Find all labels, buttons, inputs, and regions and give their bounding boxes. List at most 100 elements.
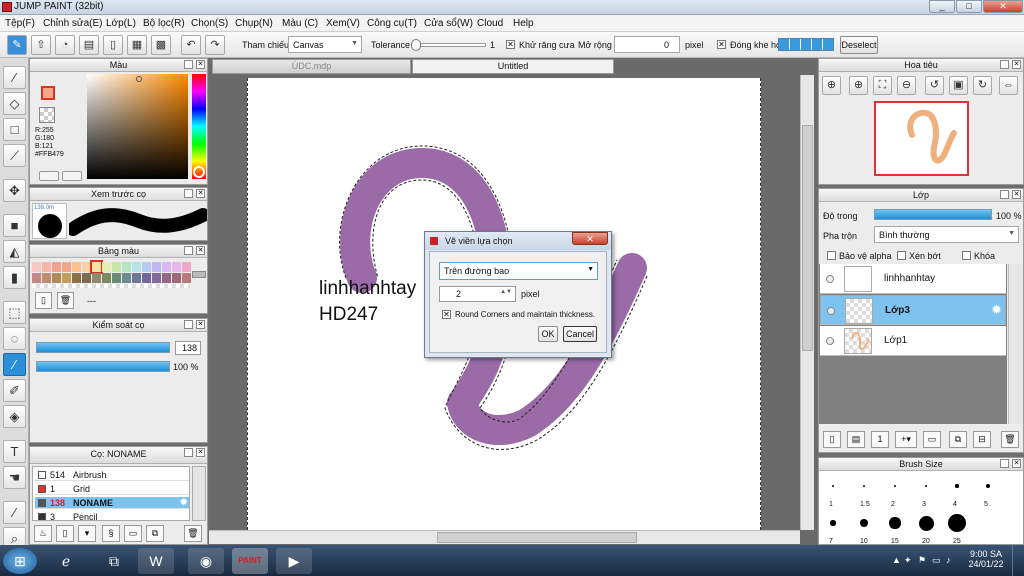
deselect-button[interactable]: Deselect: [840, 36, 878, 54]
menu-color[interactable]: Màu (C): [282, 18, 318, 29]
layer-folder-icon[interactable]: ▭: [923, 431, 941, 448]
page-icon[interactable]: ▯: [103, 35, 123, 55]
palette-swatch[interactable]: [182, 273, 191, 283]
palette-swatch[interactable]: [82, 273, 91, 283]
palette-swatch[interactable]: [132, 273, 141, 283]
palette-swatch[interactable]: [152, 262, 161, 272]
brush-opacity-slider[interactable]: [36, 361, 170, 372]
undock-icon[interactable]: [184, 189, 193, 198]
select-tool-icon[interactable]: ⬚: [3, 301, 26, 324]
battery-icon[interactable]: ▭: [932, 555, 941, 566]
canvas-vertical-scrollbar[interactable]: [800, 75, 814, 530]
palette-swatch[interactable]: [142, 273, 151, 283]
cancel-button[interactable]: Cancel: [563, 326, 597, 342]
palette-swatch[interactable]: [102, 273, 111, 283]
fill-rect-tool-icon[interactable]: ■: [3, 214, 26, 237]
palette-swatch[interactable]: [172, 273, 181, 283]
palette-swatch[interactable]: [32, 273, 41, 283]
close-panel-icon[interactable]: ✕: [196, 448, 205, 457]
brush-size-dot[interactable]: [860, 519, 868, 527]
clip-checkbox[interactable]: [897, 251, 906, 260]
magic-wand-tool-icon[interactable]: ⁄: [3, 353, 26, 376]
flip-icon[interactable]: ⇔: [999, 76, 1018, 95]
undock-icon[interactable]: [184, 60, 193, 69]
brush-menu-icon[interactable]: ▾: [78, 525, 96, 542]
menu-tools[interactable]: Công cụ(T): [367, 18, 417, 29]
fit-screen-icon[interactable]: ⛶: [873, 76, 892, 95]
brush-size-dot[interactable]: [863, 485, 865, 487]
gap-close-checkbox[interactable]: ✕: [717, 40, 726, 49]
foreground-color-swatch[interactable]: [41, 86, 55, 100]
palette-swatch[interactable]: [72, 262, 81, 272]
expand-input[interactable]: 0: [614, 36, 680, 53]
new-1bit-layer-icon[interactable]: 1: [871, 431, 889, 448]
horizontal-scroll-thumb[interactable]: [437, 532, 637, 543]
zoom-in-icon[interactable]: ⊕: [822, 76, 841, 95]
close-button[interactable]: ✕: [983, 0, 1023, 13]
menu-view[interactable]: Xem(V): [326, 18, 360, 29]
brush-row[interactable]: 514 Airbrush: [35, 469, 189, 481]
move-tool-icon[interactable]: ✥: [3, 179, 26, 202]
eraser-tool-icon[interactable]: ◇: [3, 92, 26, 115]
layer-opacity-slider[interactable]: [874, 209, 992, 220]
select-pen-tool-icon[interactable]: ✐: [3, 379, 26, 402]
palette-swatch[interactable]: [122, 262, 131, 272]
close-panel-icon[interactable]: ✕: [1012, 459, 1021, 468]
tab-udc[interactable]: ÙDC.mdp: [212, 59, 411, 74]
antialias-checkbox[interactable]: ✕: [506, 40, 515, 49]
line-tool-icon[interactable]: ⟋: [3, 144, 26, 167]
delete-brush-icon[interactable]: 🗑: [184, 525, 202, 542]
palette-swatch[interactable]: [82, 262, 91, 272]
duplicate-layer-icon[interactable]: ⧉: [949, 431, 967, 448]
text-box-icon[interactable]: ▤: [79, 35, 99, 55]
menu-file[interactable]: Tệp(F): [5, 18, 35, 29]
palette-swatch[interactable]: [32, 262, 41, 272]
brush-size-dot[interactable]: [918, 515, 934, 531]
flag-icon[interactable]: ⚑: [918, 555, 926, 566]
tab-untitled[interactable]: Untitled: [412, 59, 614, 74]
navigator-thumbnail[interactable]: [874, 101, 969, 176]
gap-level-meter[interactable]: [778, 38, 834, 51]
merge-layer-icon[interactable]: ⊟: [973, 431, 991, 448]
menu-window[interactable]: Cửa sổ(W): [424, 18, 473, 29]
new-palette-icon[interactable]: ▯: [35, 292, 52, 309]
close-panel-icon[interactable]: ✕: [1012, 190, 1021, 199]
protect-alpha-checkbox[interactable]: [827, 251, 836, 260]
tray-app-icon[interactable]: ✦: [904, 555, 912, 566]
palette-swatch[interactable]: [162, 273, 171, 283]
grid-layout-icon[interactable]: ▩: [151, 35, 171, 55]
delete-layer-icon[interactable]: 🗑: [1001, 431, 1019, 448]
undock-icon[interactable]: [184, 246, 193, 255]
share-icon[interactable]: ⇧: [31, 35, 51, 55]
brush-size-dot[interactable]: [924, 484, 928, 488]
layer-row[interactable]: linhhanhtay: [820, 264, 1006, 294]
blend-mode-select[interactable]: Bình thường ▼: [874, 226, 1019, 243]
menu-capture[interactable]: Chụp(N): [235, 18, 273, 29]
brush-size-dot[interactable]: [986, 484, 990, 488]
menu-edit[interactable]: Chỉnh sửa(E): [43, 18, 103, 29]
brush-row[interactable]: 1 Grid: [35, 483, 189, 495]
menu-filter[interactable]: Bộ lọc(R): [143, 18, 185, 29]
menu-cloud[interactable]: Cloud: [477, 18, 503, 29]
new-layer-type-icon[interactable]: ▤: [847, 431, 865, 448]
word-icon[interactable]: W: [138, 548, 174, 574]
add-layer-menu-icon[interactable]: +▾: [895, 431, 917, 448]
new-layer-icon[interactable]: ▯: [823, 431, 841, 448]
settings-gear-icon[interactable]: ✹: [991, 302, 1002, 318]
brush-size-dot[interactable]: [832, 485, 834, 487]
palette-swatch[interactable]: [172, 262, 181, 272]
visibility-eye-icon[interactable]: [826, 337, 834, 345]
reference-select[interactable]: Canvas ▼: [288, 36, 362, 53]
undock-icon[interactable]: [184, 320, 193, 329]
palette-swatch[interactable]: [52, 273, 61, 283]
hue-slider[interactable]: [192, 74, 206, 179]
palette-swatch[interactable]: [62, 273, 71, 283]
dialog-close-button[interactable]: ✕: [572, 232, 608, 245]
select-eraser-tool-icon[interactable]: ◈: [3, 405, 26, 428]
internet-explorer-icon[interactable]: ℯ: [48, 548, 84, 574]
brush-size-dot[interactable]: [894, 485, 896, 487]
saturation-value-field[interactable]: [87, 74, 188, 179]
delete-palette-icon[interactable]: 🗑: [57, 292, 74, 309]
actual-size-icon[interactable]: ▣: [949, 76, 968, 95]
minimize-button[interactable]: _: [929, 0, 955, 13]
